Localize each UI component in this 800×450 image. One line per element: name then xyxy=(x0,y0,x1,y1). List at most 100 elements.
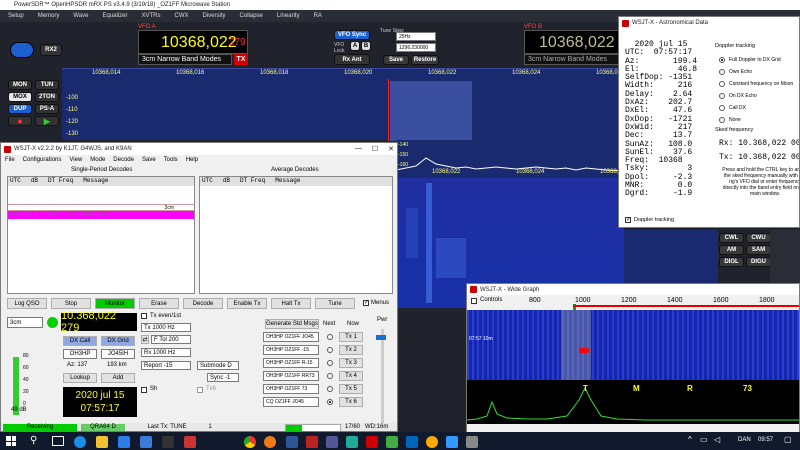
enable-tx-button[interactable]: Enable Tx xyxy=(227,298,267,309)
rx-freq-spin[interactable]: Rx 1000 Hz xyxy=(141,348,191,357)
doppler-option-radio[interactable] xyxy=(719,57,725,63)
halt-tx-button[interactable]: Halt Tx xyxy=(271,298,311,309)
erase-button[interactable]: Erase xyxy=(139,298,179,309)
wsjtx-menu-item[interactable]: Tools xyxy=(164,157,178,163)
firefox-icon[interactable] xyxy=(264,436,276,448)
wsjtx-menu-item[interactable]: View xyxy=(69,157,82,163)
tx-even-checkbox[interactable] xyxy=(141,313,147,319)
record-button[interactable]: ● xyxy=(8,116,32,126)
sync-spin[interactable]: Sync -1 xyxy=(207,373,239,382)
sdr-menu-item[interactable]: Setup xyxy=(8,13,24,19)
decode-pane-right[interactable]: UTC dB DT Freq Message xyxy=(199,176,393,294)
tx6-checkbox[interactable] xyxy=(197,387,203,393)
app-icon-1[interactable] xyxy=(306,436,318,448)
mode-button-digl[interactable]: DIGL xyxy=(719,257,744,267)
taskbar-clock[interactable]: 09:57 xyxy=(758,437,773,443)
radio-button-mox[interactable]: MOX xyxy=(8,92,32,102)
store-icon[interactable] xyxy=(118,436,130,448)
app-icon-4[interactable] xyxy=(386,436,398,448)
wsjtx-menu-item[interactable]: Decode xyxy=(113,157,134,163)
search-icon[interactable]: ⚲ xyxy=(30,435,37,446)
tx-now-button-2[interactable]: Tx 2 xyxy=(339,345,363,355)
stop-button[interactable]: Stop xyxy=(51,298,91,309)
tx-message-6[interactable]: CQ OZ1FF JO45 xyxy=(263,397,319,407)
dx-call-button[interactable]: DX Call xyxy=(63,336,97,346)
wsjtx-taskbar-icon[interactable] xyxy=(366,436,378,448)
tune-step-select[interactable]: 25Hz xyxy=(396,32,436,41)
app-icon-3[interactable] xyxy=(346,436,358,448)
app-icon-6[interactable] xyxy=(426,436,438,448)
doppler-tracking-checkbox[interactable]: ✓ xyxy=(625,217,631,223)
app-icon-5[interactable] xyxy=(406,436,418,448)
report-spin[interactable]: Report -15 xyxy=(141,361,191,370)
app-icon-2[interactable] xyxy=(326,436,338,448)
tx-now-button-4[interactable]: Tx 4 xyxy=(339,371,363,381)
vfoa-display[interactable]: 10368,022 279 xyxy=(138,30,248,54)
dx-grid-button[interactable]: DX Grid xyxy=(101,336,135,346)
tx-next-radio-4[interactable] xyxy=(327,373,333,379)
mode-button-cwu[interactable]: CWU xyxy=(746,233,771,243)
network-icon[interactable]: ▭ xyxy=(700,435,708,444)
rx2-button[interactable]: RX2 xyxy=(40,44,62,56)
rx2-toggle[interactable] xyxy=(10,42,34,58)
language-indicator[interactable]: DAN xyxy=(738,437,751,443)
decode-pane-left[interactable]: UTC dB DT Freq Message 3cm 0756 -8 2.7 1007… xyxy=(7,176,195,294)
tx-next-radio-6[interactable] xyxy=(327,399,333,405)
wsjtx-menu-item[interactable]: Help xyxy=(186,157,198,163)
decode-button[interactable]: Decode xyxy=(183,298,223,309)
power-slider-thumb[interactable] xyxy=(376,335,386,340)
sdr-menu-item[interactable]: CWX xyxy=(175,13,189,19)
rx-ant-button[interactable]: Rx Ant xyxy=(334,54,370,65)
sdr-menu-item[interactable]: RA xyxy=(314,13,322,19)
sdr-menu-item[interactable]: Collapse xyxy=(240,13,263,19)
tray-chevron-icon[interactable]: ^ xyxy=(688,435,692,444)
tune-button[interactable]: Tune xyxy=(315,298,355,309)
task-view-icon[interactable] xyxy=(52,436,64,446)
edge-icon[interactable] xyxy=(74,436,86,448)
vfo-lock-b[interactable]: B xyxy=(361,41,371,51)
tx-message-4[interactable]: OH3HP OZ1FF RR73 xyxy=(263,371,319,381)
radio-button-ps-a[interactable]: PS-A xyxy=(35,104,59,114)
sdr-menu-item[interactable]: Equalizer xyxy=(102,13,127,19)
power-slider[interactable] xyxy=(381,329,384,423)
band-select[interactable]: 3cm xyxy=(7,317,43,328)
tx-next-radio-1[interactable] xyxy=(327,334,333,340)
wsjtx-menu-item[interactable]: Save xyxy=(142,157,156,163)
explorer-icon[interactable] xyxy=(96,436,108,448)
tx-next-radio-5[interactable] xyxy=(327,386,333,392)
restore-button[interactable]: Restore xyxy=(411,55,439,65)
doppler-option-radio[interactable] xyxy=(719,81,725,87)
doppler-option-radio[interactable] xyxy=(719,69,725,75)
radio-button-mon[interactable]: MON xyxy=(8,80,32,90)
vfob-display[interactable]: 10368,022 xyxy=(524,30,620,54)
dx-grid-field[interactable]: JO45IH xyxy=(101,349,135,359)
lookup-button[interactable]: Lookup xyxy=(63,373,97,383)
tx-next-radio-3[interactable] xyxy=(327,360,333,366)
add-button[interactable]: Add xyxy=(101,373,135,383)
minimize-icon[interactable]: — xyxy=(355,145,362,153)
tx-now-button-3[interactable]: Tx 3 xyxy=(339,358,363,368)
sdr-menu-item[interactable]: Linearity xyxy=(277,13,300,19)
notification-icon[interactable]: ▢ xyxy=(784,435,792,444)
wsjtx-menu-item[interactable]: File xyxy=(5,157,15,163)
play-button[interactable]: ▶ xyxy=(35,116,59,126)
radio-button-2ton[interactable]: 2TON xyxy=(35,92,59,102)
sdr-menu-item[interactable]: Diversity xyxy=(203,13,226,19)
tx-badge[interactable]: TX xyxy=(234,54,248,65)
menus-checkbox[interactable]: ✓ xyxy=(363,300,369,306)
chrome-icon[interactable] xyxy=(244,436,256,448)
tx-message-3[interactable]: OH3HP OZ1FF R-15 xyxy=(263,358,319,368)
doppler-option-radio[interactable] xyxy=(719,105,725,111)
wsjtx-menu-item[interactable]: Mode xyxy=(90,157,105,163)
doppler-option-radio[interactable] xyxy=(719,117,725,123)
sdr-menu-item[interactable]: XVTRs xyxy=(142,13,161,19)
tx-now-button-5[interactable]: Tx 5 xyxy=(339,384,363,394)
app-icon-7[interactable] xyxy=(446,436,458,448)
monitor-button[interactable]: Monitor xyxy=(95,298,135,309)
mode-button-am[interactable]: AM xyxy=(719,245,744,255)
vfo-sync-button[interactable]: VFO Sync xyxy=(334,30,370,40)
generate-msgs-button[interactable]: Generate Std Msgs xyxy=(265,319,319,329)
ftol-select[interactable]: F Tol 200 xyxy=(151,335,191,344)
volume-icon[interactable]: ◁ xyxy=(714,435,720,444)
tx-now-button-6[interactable]: Tx 6 xyxy=(339,397,363,407)
